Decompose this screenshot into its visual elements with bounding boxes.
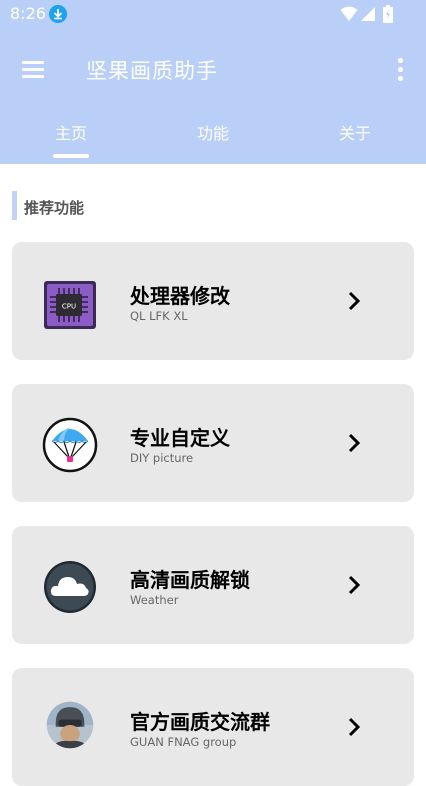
card-subtitle: QL LFK XL	[130, 309, 188, 323]
card-processor-modify[interactable]: CPU 处理器修改 QL LFK XL	[12, 242, 414, 360]
parachute-icon	[42, 417, 98, 473]
tab-features[interactable]: 功能	[142, 120, 284, 144]
wifi-icon	[340, 6, 358, 21]
tab-bar: 主页 功能 关于	[0, 110, 426, 164]
cloud-icon	[44, 561, 96, 613]
tab-indicator	[53, 154, 89, 158]
chevron-right-icon	[348, 575, 361, 595]
card-subtitle: Weather	[130, 593, 179, 607]
card-subtitle: DIY picture	[130, 451, 194, 465]
card-hd-unlock[interactable]: 高清画质解锁 Weather	[12, 526, 414, 644]
status-bar: 8:26	[0, 0, 426, 28]
avatar-icon	[46, 701, 94, 749]
card-official-group[interactable]: 官方画质交流群 GUAN FNAG group	[12, 668, 414, 786]
cpu-icon: CPU	[44, 281, 96, 329]
card-pro-custom[interactable]: 专业自定义 DIY picture	[12, 384, 414, 502]
card-title: 处理器修改	[130, 284, 230, 308]
tab-about[interactable]: 关于	[284, 120, 426, 144]
status-time: 8:26	[10, 4, 46, 23]
card-subtitle: GUAN FNAG group	[130, 735, 237, 749]
more-options-icon[interactable]	[390, 56, 410, 82]
card-title: 专业自定义	[130, 426, 230, 450]
signal-icon	[361, 7, 375, 21]
app-header: 8:26 坚果画质助手 主页 功能 关于	[0, 0, 426, 164]
card-title: 官方画质交流群	[130, 710, 270, 734]
section-title: 推荐功能	[24, 199, 85, 217]
svg-text:CPU: CPU	[62, 303, 76, 311]
toolbar: 坚果画质助手	[0, 40, 426, 96]
tab-home[interactable]: 主页	[0, 120, 142, 144]
section-accent-bar	[12, 191, 17, 220]
app-title: 坚果画质助手	[86, 59, 218, 83]
menu-icon[interactable]	[20, 58, 46, 80]
battery-icon	[383, 5, 393, 23]
card-title: 高清画质解锁	[130, 568, 250, 592]
chevron-right-icon	[348, 291, 361, 311]
chevron-right-icon	[348, 433, 361, 453]
chevron-right-icon	[348, 717, 361, 737]
download-icon	[49, 5, 67, 23]
